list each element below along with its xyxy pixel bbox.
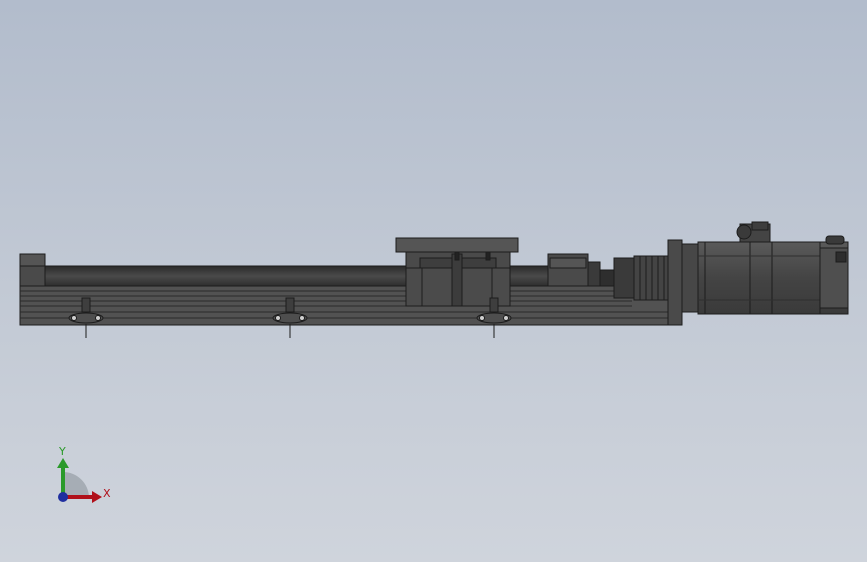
linear-actuator-model[interactable] [19,221,849,338]
bearing-block [547,253,615,287]
triad-plane-arc [63,472,89,497]
motor-flange-plate [667,239,683,326]
y-axis-label: Y [58,445,66,458]
cad-viewport[interactable]: Y X [0,0,867,562]
x-axis-label: X [103,487,111,500]
slide-carriage [395,237,519,307]
coordinate-triad: Y X [57,445,111,503]
coupling [613,255,669,301]
base-rail [19,284,681,326]
servo-motor [681,221,849,315]
z-axis-dot [58,492,68,502]
